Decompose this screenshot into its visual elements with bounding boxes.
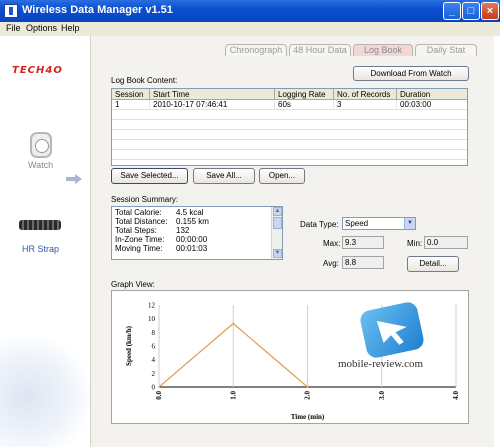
- scroll-down-icon[interactable]: ▼: [273, 249, 282, 258]
- summary-row: Total Steps: 132: [112, 227, 272, 235]
- x-tick-label: 2.0: [304, 391, 312, 400]
- cell-session: 1: [112, 100, 150, 110]
- session-summary-list[interactable]: Total Calorie: 4.5 kcal Total Distance: …: [111, 206, 283, 260]
- max-label: Max:: [323, 239, 341, 248]
- tab-48-hour-data[interactable]: 48 Hour Data: [289, 44, 351, 56]
- summary-row: Total Distance: 0.155 km: [112, 218, 272, 226]
- summary-value: 132: [176, 226, 190, 235]
- column-logging-rate[interactable]: Logging Rate: [275, 89, 334, 100]
- detail-button[interactable]: Detail...: [407, 256, 459, 272]
- save-all-button[interactable]: Save All...: [193, 168, 255, 184]
- watch-icon[interactable]: [30, 132, 52, 158]
- app-icon: [4, 4, 18, 18]
- brand-logo: TECH4O: [12, 65, 63, 76]
- close-button[interactable]: ×: [481, 2, 499, 20]
- chevron-down-icon[interactable]: ▼: [404, 218, 415, 229]
- data-type-label: Data Type:: [300, 220, 339, 229]
- hr-strap-icon[interactable]: [19, 220, 61, 230]
- main-panel: Chronograph 48 Hour Data Log Book Daily …: [90, 36, 494, 447]
- summary-scrollbar[interactable]: ▲ ▼: [271, 207, 282, 259]
- summary-row: In-Zone Time: 00:00:00: [112, 236, 272, 244]
- y-tick-label: 4: [152, 356, 156, 364]
- scroll-up-icon[interactable]: ▲: [273, 207, 282, 216]
- menu-options[interactable]: Options: [26, 23, 57, 33]
- summary-row: Total Calorie: 4.5 kcal: [112, 209, 272, 217]
- watermark-text: mobile-review.com: [338, 358, 424, 370]
- x-tick-label: 0.0: [155, 391, 163, 400]
- summary-key: In-Zone Time:: [115, 235, 165, 244]
- x-tick-label: 1.0: [229, 391, 237, 400]
- summary-key: Moving Time:: [115, 244, 163, 253]
- y-tick-label: 2: [152, 370, 156, 378]
- save-selected-button[interactable]: Save Selected...: [111, 168, 188, 184]
- menu-help[interactable]: Help: [61, 23, 80, 33]
- y-tick-label: 10: [148, 315, 156, 323]
- table-row[interactable]: 1 2010-10-17 07:46:41 60s 3 00:03:00: [112, 100, 467, 110]
- column-session[interactable]: Session: [112, 89, 150, 100]
- empty-row: [112, 130, 467, 140]
- data-point: [232, 322, 235, 325]
- min-label: Min:: [407, 239, 423, 248]
- summary-key: Total Distance:: [115, 217, 168, 226]
- x-tick-labels: 0.0 1.0 2.0 3.0 4.0: [155, 391, 460, 400]
- minimize-button[interactable]: _: [443, 2, 461, 20]
- empty-row: [112, 140, 467, 150]
- y-tick-label: 6: [152, 343, 156, 351]
- x-tick-label: 3.0: [378, 391, 386, 400]
- arrow-right-icon: [66, 174, 82, 184]
- summary-value: 00:01:03: [176, 244, 208, 253]
- y-tick-labels: 0 2 4 6 8 10 12: [148, 302, 156, 392]
- runner-image: [0, 336, 90, 447]
- column-no-of-records[interactable]: No. of Records: [334, 89, 397, 100]
- summary-value: 0.155 km: [176, 217, 209, 226]
- summary-value: 4.5 kcal: [176, 208, 204, 217]
- table-header: Session Start Time Logging Rate No. of R…: [112, 89, 467, 100]
- cell-no-of-records: 3: [334, 100, 397, 110]
- y-axis-label: Speed (km/h): [125, 325, 133, 366]
- title-bar: Wireless Data Manager v1.51 _ □ ×: [0, 0, 500, 22]
- menu-bar: File Options Help: [0, 22, 500, 36]
- data-point: [158, 386, 160, 388]
- graph-view-label: Graph View:: [111, 280, 155, 289]
- summary-key: Total Calorie:: [115, 208, 162, 217]
- cell-logging-rate: 60s: [275, 100, 334, 110]
- summary-value: 00:00:00: [176, 235, 208, 244]
- menu-file[interactable]: File: [6, 23, 21, 33]
- y-tick-label: 0: [152, 384, 156, 392]
- x-tick-label: 4.0: [452, 391, 460, 400]
- hr-strap-label[interactable]: HR Strap: [22, 244, 59, 254]
- window-title: Wireless Data Manager v1.51: [22, 4, 173, 16]
- empty-row: [112, 120, 467, 130]
- logbook-label: Log Book Content:: [111, 76, 178, 85]
- tab-chronograph[interactable]: Chronograph: [225, 44, 287, 56]
- empty-row: [112, 110, 467, 120]
- min-value: 0.0: [424, 236, 468, 249]
- sidebar: TECH4O Watch HR Strap: [0, 36, 90, 447]
- y-tick-label: 8: [152, 329, 156, 337]
- logbook-table[interactable]: Session Start Time Logging Rate No. of R…: [111, 88, 468, 166]
- maximize-button[interactable]: □: [462, 2, 480, 20]
- watch-label[interactable]: Watch: [28, 160, 53, 170]
- avg-value: 8.8: [342, 256, 384, 269]
- tab-daily-stat[interactable]: Daily Stat: [415, 44, 477, 56]
- cell-duration: 00:03:00: [400, 100, 432, 109]
- open-button[interactable]: Open...: [259, 168, 305, 184]
- session-summary-label: Session Summary:: [111, 195, 179, 204]
- empty-row: [112, 150, 467, 160]
- x-axis-label: Time (min): [291, 413, 325, 421]
- summary-key: Total Steps:: [115, 226, 157, 235]
- data-point: [306, 386, 309, 388]
- column-start-time[interactable]: Start Time: [150, 89, 275, 100]
- y-tick-label: 12: [148, 302, 156, 310]
- avg-label: Avg:: [323, 259, 339, 268]
- download-from-watch-button[interactable]: Download From Watch: [353, 66, 469, 81]
- cell-start-time: 2010-10-17 07:46:41: [150, 100, 275, 110]
- max-value: 9.3: [342, 236, 384, 249]
- tab-log-book[interactable]: Log Book: [353, 44, 413, 56]
- data-type-select[interactable]: Speed ▼: [342, 217, 416, 230]
- summary-row: Moving Time: 00:01:03: [112, 245, 272, 253]
- column-duration[interactable]: Duration: [397, 89, 467, 100]
- scroll-thumb[interactable]: [273, 217, 282, 229]
- data-type-value: Speed: [345, 219, 369, 228]
